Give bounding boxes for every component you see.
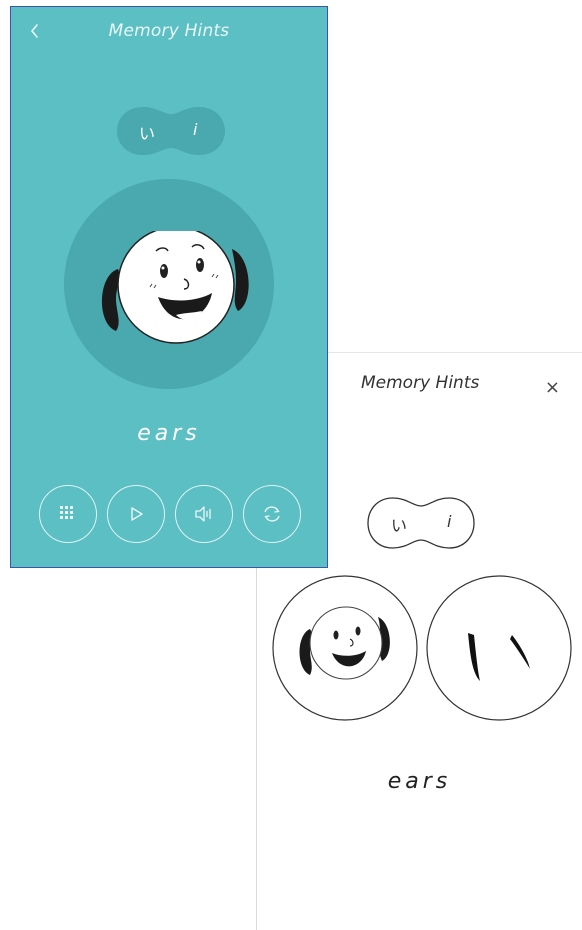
audio-button[interactable]: [175, 485, 233, 543]
control-bar: [39, 485, 301, 547]
kana-pill: い i: [115, 105, 227, 157]
hint-word: ears: [137, 421, 201, 446]
romaji-text: i: [447, 512, 452, 531]
grid-icon: [60, 506, 73, 519]
close-button[interactable]: ×: [545, 379, 560, 397]
refresh-button[interactable]: [243, 485, 301, 543]
play-icon: [131, 507, 143, 521]
grid-button[interactable]: [39, 485, 97, 543]
pill-shape: [117, 107, 225, 155]
page-title: Memory Hints: [108, 21, 230, 41]
play-button[interactable]: [107, 485, 165, 543]
kana-text: い: [139, 124, 156, 143]
kana-text: い: [391, 516, 408, 535]
panel-title: Memory Hints: [361, 373, 480, 393]
face-with-ears-illustration: [101, 231, 249, 344]
pill-outline-shape: [367, 497, 475, 549]
hint-word: ears: [387, 769, 452, 794]
face-circle-illustration: [272, 575, 418, 721]
kana-pill-outline: い i: [365, 495, 477, 551]
teal-screen: Memory Hints い i ears: [10, 6, 328, 568]
romaji-text: i: [193, 120, 198, 139]
header: Memory Hints: [11, 7, 327, 55]
refresh-icon: [264, 506, 280, 522]
speaker-icon: [195, 506, 211, 522]
kana-stroke-circle: [426, 575, 572, 721]
